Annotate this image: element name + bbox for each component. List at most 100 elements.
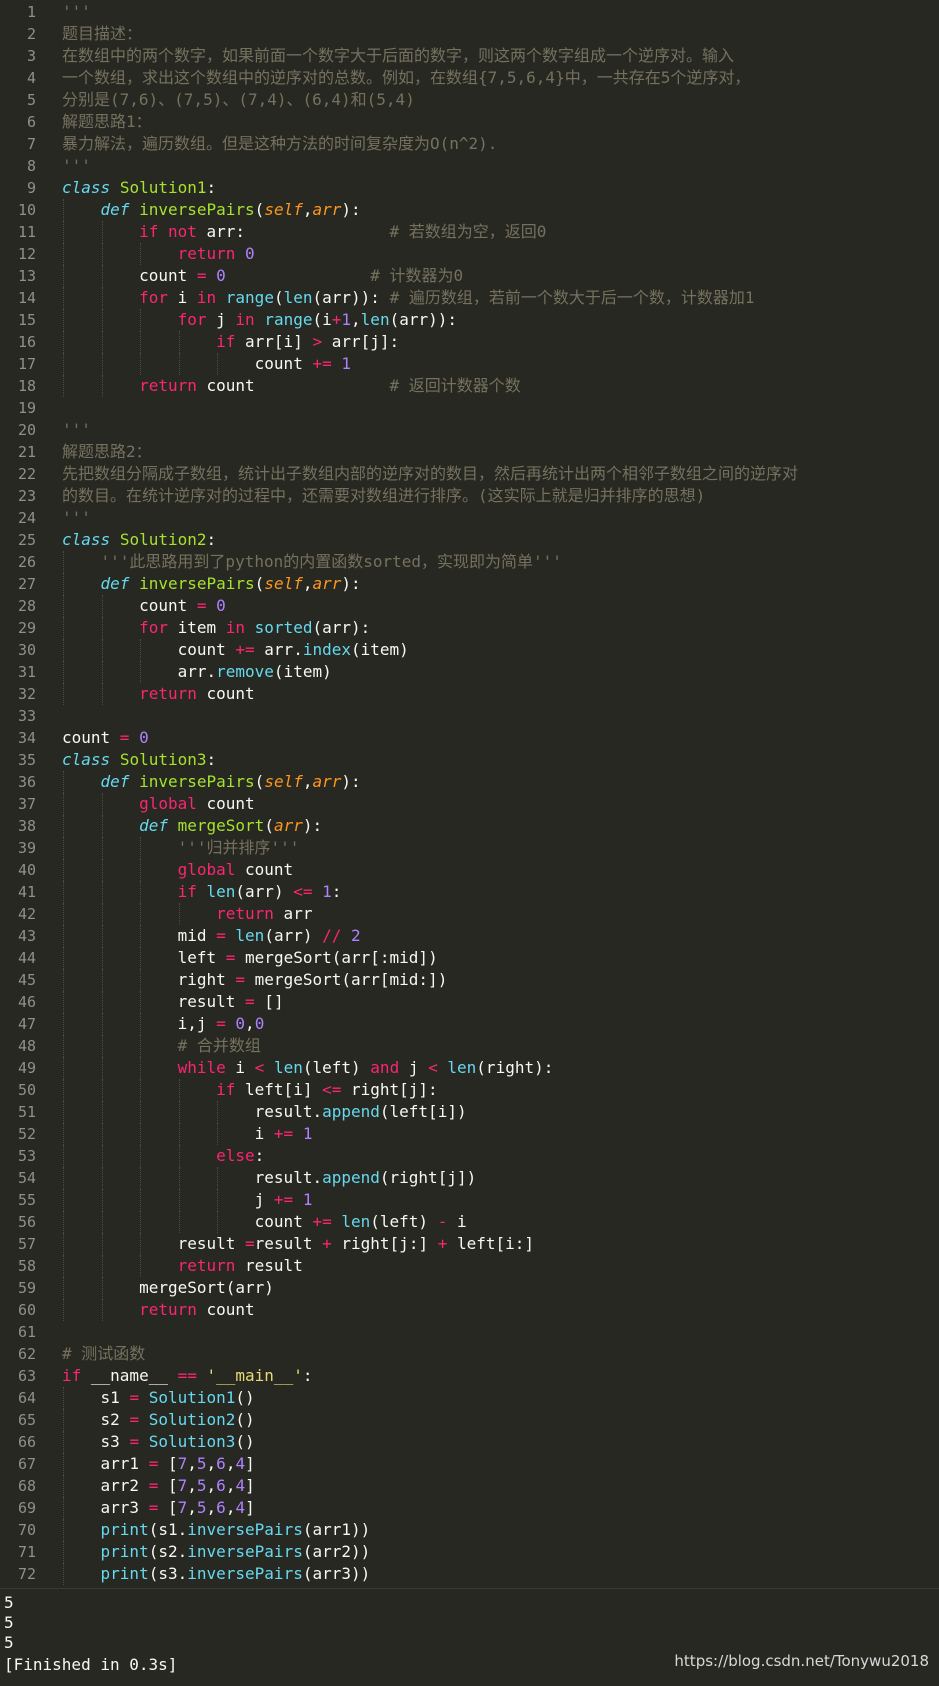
- code-line[interactable]: 25 class Solution2:: [0, 529, 939, 551]
- code-line[interactable]: 34 count = 0: [0, 727, 939, 749]
- code-line[interactable]: 13 count = 0 # 计数器为0: [0, 265, 939, 287]
- code-line[interactable]: 55 j += 1: [0, 1189, 939, 1211]
- code-line[interactable]: 68 arr2 = [7,5,6,4]: [0, 1475, 939, 1497]
- code-token: arr.: [254, 640, 303, 659]
- code-line[interactable]: 18 return count # 返回计数器个数: [0, 375, 939, 397]
- code-token: ''': [62, 2, 91, 21]
- code-line[interactable]: 48 # 合并数组: [0, 1035, 939, 1057]
- line-number: 64: [17, 1389, 36, 1407]
- code-line[interactable]: 29 for item in sorted(arr):: [0, 617, 939, 639]
- code-line[interactable]: 62 # 测试函数: [0, 1343, 939, 1365]
- code-token: <: [428, 1058, 438, 1077]
- code-editor[interactable]: 1 ''' 2 题目描述： 3 在数组中的两个数字，如果前面一个数字大于后面的数字，则这两…: [0, 0, 939, 1588]
- code-line[interactable]: 67 arr1 = [7,5,6,4]: [0, 1453, 939, 1475]
- code-line[interactable]: 44 left = mergeSort(arr[:mid]): [0, 947, 939, 969]
- code-token: :: [206, 530, 217, 549]
- line-number: 16: [17, 333, 36, 351]
- code-line[interactable]: 49 while i < len(left) and j < len(right…: [0, 1057, 939, 1079]
- code-line[interactable]: 7 暴力解法，遍历数组。但是这种方法的时间复杂度为O(n^2).: [0, 133, 939, 155]
- code-line[interactable]: 46 result = []: [0, 991, 939, 1013]
- code-line[interactable]: 37 global count: [0, 793, 939, 815]
- code-line[interactable]: 6 解题思路1：: [0, 111, 939, 133]
- code-line[interactable]: 14 for i in range(len(arr)): # 遍历数组，若前一个…: [0, 287, 939, 309]
- code-line[interactable]: 69 arr3 = [7,5,6,4]: [0, 1497, 939, 1519]
- code-text: result =result + right[j:] + left[i:]: [62, 1233, 534, 1255]
- code-line[interactable]: 59 mergeSort(arr): [0, 1277, 939, 1299]
- code-line[interactable]: 64 s1 = Solution1(): [0, 1387, 939, 1409]
- code-line[interactable]: 28 count = 0: [0, 595, 939, 617]
- code-line[interactable]: 33: [0, 705, 939, 727]
- code-line[interactable]: 23 的数目。在统计逆序对的过程中，还需要对数组进行排序。(这实际上就是归并排序的…: [0, 485, 939, 507]
- code-line[interactable]: 61: [0, 1321, 939, 1343]
- code-text: for i in range(len(arr)): # 遍历数组，若前一个数大于…: [62, 287, 754, 309]
- code-line[interactable]: 58 return result: [0, 1255, 939, 1277]
- code-line[interactable]: 27 def inversePairs(self,arr):: [0, 573, 939, 595]
- code-line[interactable]: 19: [0, 397, 939, 419]
- code-line[interactable]: 63 if __name__ == '__main__':: [0, 1365, 939, 1387]
- code-line[interactable]: 16 if arr[i] > arr[j]:: [0, 331, 939, 353]
- code-line[interactable]: 50 if left[i] <= right[j]:: [0, 1079, 939, 1101]
- code-line[interactable]: 8 ''': [0, 155, 939, 177]
- line-number: 2: [26, 25, 36, 43]
- code-line[interactable]: 11 if not arr: # 若数组为空，返回0: [0, 221, 939, 243]
- code-line[interactable]: 17 count += 1: [0, 353, 939, 375]
- code-line[interactable]: 20 ''': [0, 419, 939, 441]
- code-line[interactable]: 52 i += 1: [0, 1123, 939, 1145]
- code-line[interactable]: 72 print(s3.inversePairs(arr3)): [0, 1563, 939, 1585]
- code-line[interactable]: 40 global count: [0, 859, 939, 881]
- code-token: sorted: [254, 618, 313, 637]
- code-line[interactable]: 39 '''归并排序''': [0, 837, 939, 859]
- code-line[interactable]: 35 class Solution3:: [0, 749, 939, 771]
- code-line[interactable]: 22 先把数组分隔成子数组，统计出子数组内部的逆序对的数目，然后再统计出两个相邻子…: [0, 463, 939, 485]
- code-line[interactable]: 30 count += arr.index(item): [0, 639, 939, 661]
- code-text: left = mergeSort(arr[:mid]): [62, 947, 438, 969]
- code-line[interactable]: 54 result.append(right[j]): [0, 1167, 939, 1189]
- code-line[interactable]: 9 class Solution1:: [0, 177, 939, 199]
- code-token: self: [264, 200, 303, 219]
- code-line[interactable]: 21 解题思路2：: [0, 441, 939, 463]
- line-number: 15: [17, 311, 36, 329]
- code-line[interactable]: 45 right = mergeSort(arr[mid:]): [0, 969, 939, 991]
- code-line[interactable]: 47 i,j = 0,0: [0, 1013, 939, 1035]
- code-line[interactable]: 36 def inversePairs(self,arr):: [0, 771, 939, 793]
- code-token: (left): [370, 1212, 438, 1231]
- code-line[interactable]: 41 if len(arr) <= 1:: [0, 881, 939, 903]
- code-line[interactable]: 71 print(s2.inversePairs(arr2)): [0, 1541, 939, 1563]
- code-token: arr1: [62, 1454, 149, 1473]
- code-token: '__main__': [206, 1366, 303, 1385]
- code-line[interactable]: 51 result.append(left[i]): [0, 1101, 939, 1123]
- code-line[interactable]: 60 return count: [0, 1299, 939, 1321]
- code-line[interactable]: 42 return arr: [0, 903, 939, 925]
- code-line[interactable]: 24 ''': [0, 507, 939, 529]
- code-text: return count # 返回计数器个数: [62, 375, 521, 397]
- code-line[interactable]: 12 return 0: [0, 243, 939, 265]
- code-line[interactable]: 65 s2 = Solution2(): [0, 1409, 939, 1431]
- code-line[interactable]: 3 在数组中的两个数字，如果前面一个数字大于后面的数字，则这两个数字组成一个逆序对…: [0, 45, 939, 67]
- code-line[interactable]: 31 arr.remove(item): [0, 661, 939, 683]
- code-line[interactable]: 10 def inversePairs(self,arr):: [0, 199, 939, 221]
- code-line[interactable]: 2 题目描述：: [0, 23, 939, 45]
- code-line[interactable]: 32 return count: [0, 683, 939, 705]
- code-token: len: [360, 310, 390, 329]
- code-token: s3: [62, 1432, 130, 1451]
- code-line[interactable]: 57 result =result + right[j:] + left[i:]: [0, 1233, 939, 1255]
- code-line[interactable]: 43 mid = len(arr) // 2: [0, 925, 939, 947]
- code-line[interactable]: 5 分别是(7,6)、(7,5)、(7,4)、(6,4)和(5,4): [0, 89, 939, 111]
- code-text: '''归并排序''': [62, 837, 300, 859]
- code-line[interactable]: 56 count += len(left) - i: [0, 1211, 939, 1233]
- code-line[interactable]: 26 '''此思路用到了python的内置函数sorted，实现即为简单''': [0, 551, 939, 573]
- code-line[interactable]: 1 ''': [0, 1, 939, 23]
- code-token: 0: [254, 1014, 265, 1033]
- code-token: +=: [273, 1124, 294, 1143]
- code-line[interactable]: 15 for j in range(i+1,len(arr)):: [0, 309, 939, 331]
- code-line[interactable]: 38 def mergeSort(arr):: [0, 815, 939, 837]
- code-token: :: [206, 178, 217, 197]
- code-line[interactable]: 70 print(s1.inversePairs(arr1)): [0, 1519, 939, 1541]
- code-line[interactable]: 66 s3 = Solution3(): [0, 1431, 939, 1453]
- code-line[interactable]: 53 else:: [0, 1145, 939, 1167]
- code-line[interactable]: 4 一个数组，求出这个数组中的逆序对的总数。例如，在数组{7,5,6,4}中，一共…: [0, 67, 939, 89]
- line-number: 59: [17, 1279, 36, 1297]
- code-text: print(s1.inversePairs(arr1)): [62, 1519, 371, 1541]
